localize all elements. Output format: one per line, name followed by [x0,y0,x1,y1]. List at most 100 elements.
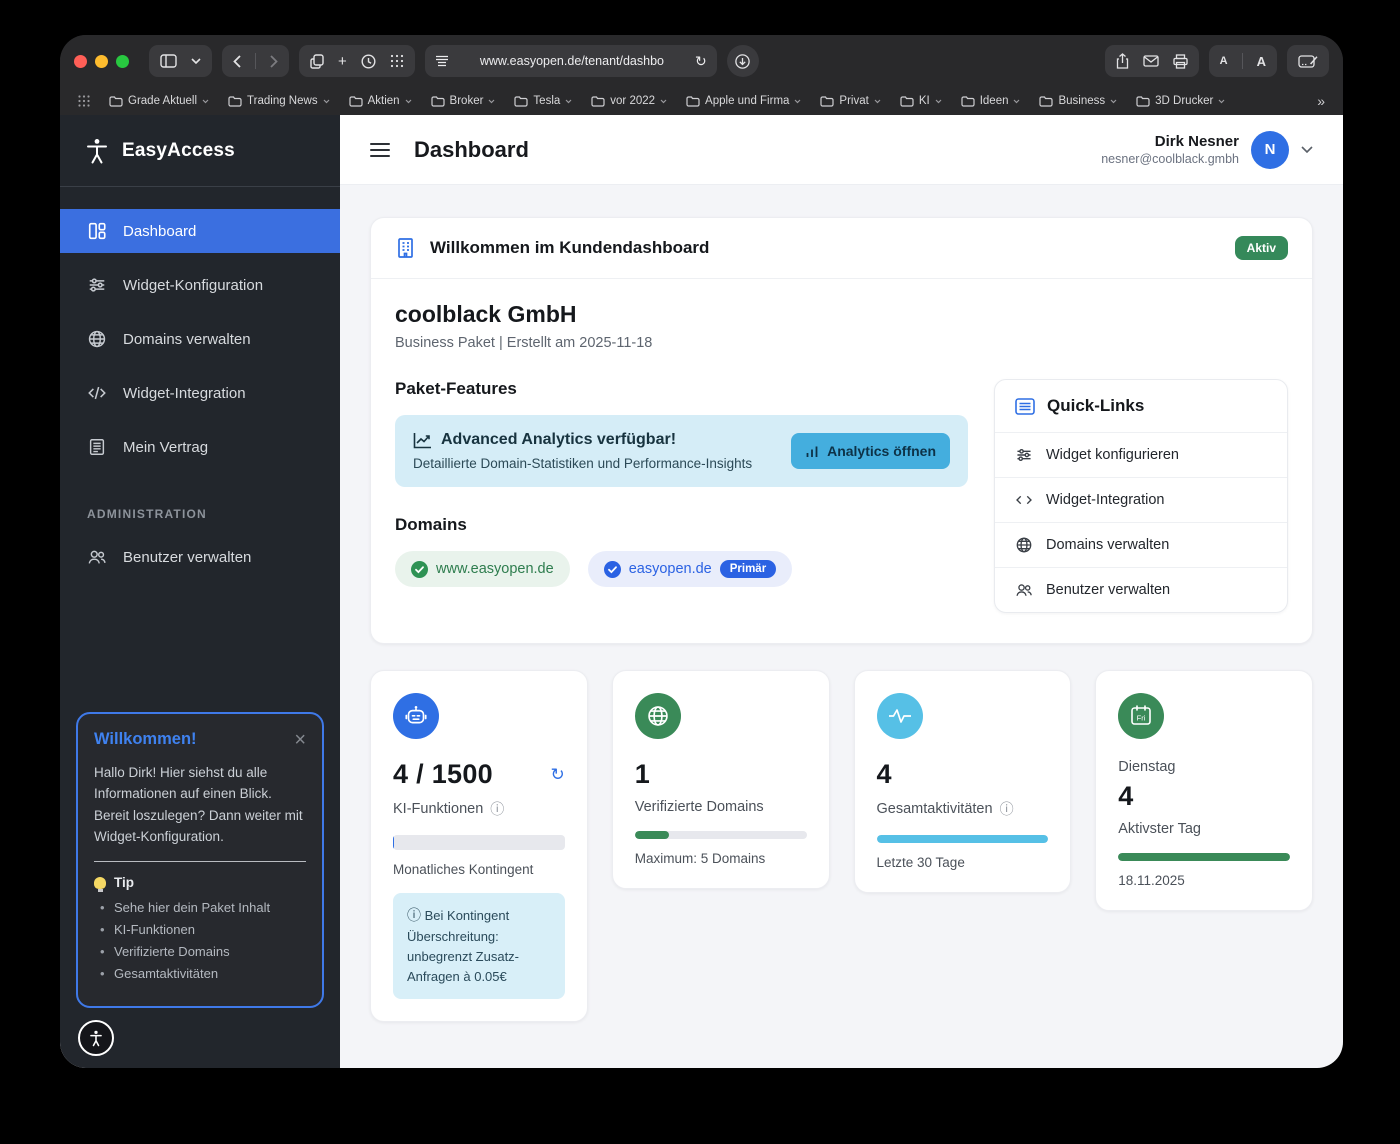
bookmark-label: Grade Aktuell [128,95,197,107]
bookmark-folder[interactable]: Trading News [228,95,330,107]
bookmarks-grid-icon[interactable] [78,95,90,107]
domain-chip-verified[interactable]: www.easyopen.de [395,551,570,587]
bookmark-folder[interactable]: 3D Drucker [1136,95,1225,107]
bookmark-folder[interactable]: vor 2022 [591,95,667,107]
quick-link-widget-integration[interactable]: Widget-Integration [995,478,1287,523]
refresh-icon[interactable]: ↻ [551,765,565,785]
quick-link-domains-verwalten[interactable]: Domains verwalten [995,523,1287,568]
chevron-down-icon [202,99,209,104]
print-icon[interactable] [1173,54,1188,69]
avatar[interactable]: N [1251,131,1289,169]
page-title: Dashboard [414,137,529,163]
contract-icon [87,437,107,457]
user-menu[interactable]: Dirk Nesner nesner@coolblack.gmbh N [1101,131,1313,169]
zoom-window-button[interactable] [116,55,129,68]
chevron-down-icon [488,99,495,104]
share-group [1105,45,1199,77]
domains-heading: Domains [395,515,968,535]
stat-card-aktivster-tag: Fri Dienstag 4 Aktivster Tag 18.11.2025 [1095,670,1313,911]
close-icon[interactable]: × [294,730,306,750]
sidebar-item-benutzer-verwalten[interactable]: Benutzer verwalten [60,535,340,579]
info-icon[interactable]: ⓘ [490,799,504,819]
pulse-icon [888,708,912,724]
divider [94,861,306,862]
sliders-icon [87,275,107,295]
progress-label: Maximum: 5 Domains [635,851,807,866]
bookmark-folder[interactable]: Apple und Firma [686,95,801,107]
sidebar-item-widget-konfiguration[interactable]: Widget-Konfiguration [60,263,340,307]
sidebar-item-widget-integration[interactable]: Widget-Integration [60,371,340,415]
sidebar-toggle-icon[interactable] [160,54,177,68]
sidebar-item-dashboard[interactable]: Dashboard [60,209,340,253]
lightbulb-icon [94,877,106,889]
new-tab-icon[interactable]: + [338,54,347,69]
chevron-down-icon[interactable] [1301,146,1313,153]
bookmark-folder[interactable]: KI [900,95,942,107]
sidebar-item-domains-verwalten[interactable]: Domains verwalten [60,317,340,361]
open-analytics-button[interactable]: Analytics öffnen [791,433,950,469]
bookmark-label: Privat [839,95,868,107]
share-icon[interactable] [1116,53,1129,69]
company-subtitle: Business Paket | Erstellt am 2025-11-18 [395,335,1288,351]
bookmark-folder[interactable]: Grade Aktuell [109,95,209,107]
sidebar-item-mein-vertrag[interactable]: Mein Vertrag [60,425,340,469]
bookmark-folder[interactable]: Aktien [349,95,412,107]
sidebar-item-label: Dashboard [123,223,196,240]
back-icon[interactable] [233,55,241,68]
quick-link-benutzer-verwalten[interactable]: Benutzer verwalten [995,568,1287,612]
domain-name: www.easyopen.de [436,561,554,577]
info-icon[interactable]: ⓘ [1000,799,1014,819]
calendar-icon: Fri [1128,703,1154,729]
text-larger-button[interactable]: A [1257,54,1266,69]
stats-row: 4 / 1500 ↻ KI-Funktionen ⓘ Monatliches K… [370,670,1313,1022]
features-heading: Paket-Features [395,379,968,399]
app-frame: EasyAccess Dashboard Widget-Konfiguratio… [60,115,1343,1068]
forward-icon[interactable] [270,55,278,68]
code-icon [1015,491,1033,509]
stat-value: 4 [877,759,892,790]
domain-chip-primary[interactable]: easyopen.de Primär [588,551,792,587]
users-icon [1015,581,1033,599]
accessibility-logo-icon [86,138,108,164]
bookmark-folder[interactable]: Ideen [961,95,1021,107]
bookmark-label: Business [1058,95,1105,107]
progress-fill [877,835,1049,843]
stat-value: 1 [635,759,650,790]
accessibility-widget-button[interactable] [78,1020,114,1056]
trend-chart-icon [413,432,432,449]
stat-label: Verifizierte Domains [635,799,764,815]
reader-icon[interactable] [435,55,449,67]
quota-info-box: ⓘ Bei Kontingent Überschreitung: unbegre… [393,893,565,999]
bookmark-label: Trading News [247,95,318,107]
bookmark-folder[interactable]: Tesla [514,95,572,107]
progress-track [393,835,565,850]
quick-link-label: Domains verwalten [1046,537,1169,553]
hamburger-menu-icon[interactable] [370,143,390,157]
sidebar-item-label: Mein Vertrag [123,439,208,456]
history-clock-icon[interactable] [361,54,376,69]
quick-link-widget-konfigurieren[interactable]: Widget konfigurieren [995,433,1287,478]
text-smaller-button[interactable]: A [1220,55,1228,67]
bookmark-folder[interactable]: Business [1039,95,1117,107]
bookmark-folder[interactable]: Privat [820,95,880,107]
stat-value: 4 [1118,781,1133,812]
bookmark-label: KI [919,95,930,107]
bookmark-folder[interactable]: Broker [431,95,496,107]
tip-item: KI-Funktionen [100,922,306,937]
tab-overview-icon[interactable] [390,54,404,68]
minimize-window-button[interactable] [95,55,108,68]
copy-tabs-icon[interactable] [310,54,324,69]
user-email: nesner@coolblack.gmbh [1101,152,1239,166]
address-bar[interactable]: www.easyopen.de/tenant/dashbo ↻ [425,45,717,77]
compose-icon[interactable] [1298,54,1318,69]
close-window-button[interactable] [74,55,87,68]
downloads-button[interactable] [727,45,759,77]
sliders-icon [1015,446,1033,464]
bookmarks-overflow-icon[interactable]: » [1317,93,1325,109]
tip-list: Sehe hier dein Paket Inhalt KI-Funktione… [100,900,306,981]
mail-icon[interactable] [1143,55,1159,67]
reload-icon[interactable]: ↻ [695,54,707,68]
chevron-down-icon[interactable] [191,58,201,64]
progress-label: 18.11.2025 [1118,873,1290,888]
building-icon [395,237,416,259]
